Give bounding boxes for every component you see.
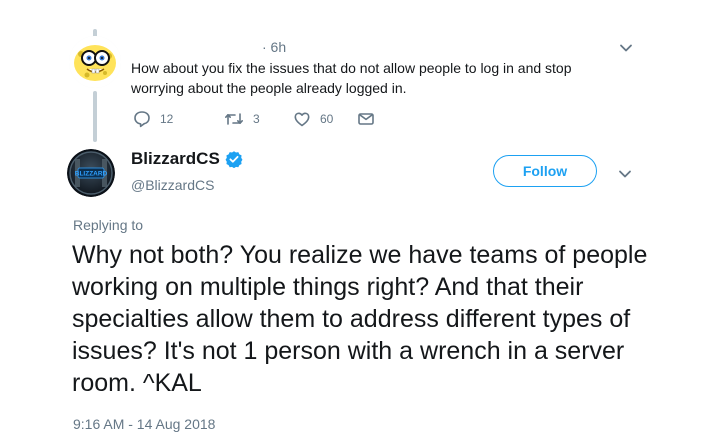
thread-connector-bottom <box>93 91 97 142</box>
heart-icon <box>294 112 310 127</box>
replying-to-label: Replying to <box>73 217 144 233</box>
cut-off-text <box>188 0 608 6</box>
spongebob-avatar-image <box>69 36 121 88</box>
retweet-icon <box>225 113 243 125</box>
tweet-thread-screenshot: · 6h How about you fix the issues that d… <box>0 0 707 441</box>
direct-message-action[interactable] <box>356 108 376 130</box>
like-action[interactable]: 60 <box>292 108 356 130</box>
reply-actions: 12 3 60 <box>132 108 376 130</box>
envelope-icon <box>358 113 374 125</box>
replier-avatar[interactable] <box>69 36 121 88</box>
user-handle[interactable]: @BlizzardCS <box>131 177 214 193</box>
reply-action[interactable]: 12 <box>132 108 223 130</box>
avatar-logo-text: BLIZZARD <box>75 171 108 178</box>
chevron-down-icon[interactable] <box>617 166 633 182</box>
reply-tweet-text: How about you fix the issues that do not… <box>131 60 572 96</box>
blizzard-logo-icon: BLIZZARD <box>67 149 115 197</box>
display-name-text: BlizzardCS <box>131 149 220 168</box>
chevron-down-icon[interactable] <box>618 40 634 56</box>
blizzardcs-avatar[interactable]: BLIZZARD <box>67 149 115 197</box>
retweet-action[interactable]: 3 <box>223 108 292 130</box>
verified-badge-icon <box>225 151 243 168</box>
follow-button[interactable]: Follow <box>493 155 597 187</box>
reply-time[interactable]: · 6h <box>262 39 286 55</box>
display-name[interactable]: BlizzardCS <box>131 149 243 169</box>
reply-icon <box>134 111 150 128</box>
main-tweet-text: Why not both? You realize we have teams … <box>72 241 648 397</box>
like-count: 60 <box>320 112 334 126</box>
retweet-count: 3 <box>253 112 260 126</box>
reply-count: 12 <box>160 112 174 126</box>
tweet-timestamp[interactable]: 9:16 AM - 14 Aug 2018 <box>73 416 215 432</box>
